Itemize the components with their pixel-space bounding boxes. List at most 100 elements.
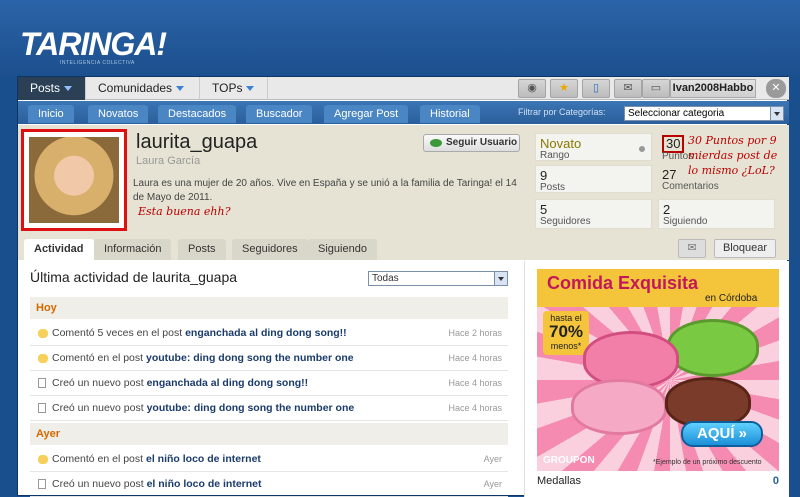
activity-time: Hace 4 horas	[448, 403, 502, 413]
eye-icon[interactable]: ◉	[518, 79, 546, 98]
stat-seguidores-label: Seguidores	[540, 216, 591, 227]
activity-text: Creó un nuevo post	[52, 377, 144, 389]
activity-row: Comentó en el post el niño loco de inter…	[30, 447, 508, 472]
site-header: TARINGA! INTELIGENCIA COLECTIVA	[0, 0, 800, 76]
ad-cta-button[interactable]: AQUÍ »	[681, 421, 763, 447]
stat-rango: Novato Rango	[535, 133, 652, 161]
stat-posts-value: 9	[540, 168, 548, 183]
nav-tops[interactable]: TOPs	[200, 77, 268, 100]
chevron-down-icon	[176, 86, 185, 92]
ad-subtitle: en Córdoba	[705, 293, 758, 304]
mail-icon[interactable]: ✉	[614, 79, 642, 98]
profile-bio: Laura es una mujer de 20 años. Vive en E…	[133, 178, 517, 203]
chevron-down-icon	[770, 107, 783, 120]
document-icon[interactable]: ▯	[582, 79, 610, 98]
document-icon	[38, 403, 46, 413]
chevron-down-icon	[64, 86, 73, 92]
groupon-ad[interactable]: Comida Exquisita en Córdoba hasta el 70%…	[537, 269, 779, 471]
stat-comentarios-label: Comentarios	[662, 181, 719, 192]
activity-time: Hace 4 horas	[448, 378, 502, 388]
block-button[interactable]: Bloquear	[714, 239, 776, 258]
avatar[interactable]	[29, 137, 119, 223]
stat-rango-value: Novato	[540, 136, 582, 151]
activity-text: Comentó en el post	[52, 352, 144, 364]
stat-seguidores[interactable]: 5 Seguidores	[535, 199, 652, 229]
subnav-destacados[interactable]: Destacados	[158, 105, 237, 123]
post-link[interactable]: el niño loco de internet	[146, 453, 261, 465]
activity-row: Creó un nuevo post enganchada al ding do…	[30, 371, 508, 396]
post-link[interactable]: el niño loco de internet	[147, 478, 262, 490]
stat-comentarios-value: 27	[662, 167, 677, 182]
activity-row: Comentó 5 veces en el post enganchada al…	[30, 321, 508, 346]
user-menu[interactable]: Ivan2008Habbo	[670, 79, 756, 98]
ad-discount-value: 70%	[548, 322, 584, 341]
activity-text: Creó un nuevo post	[52, 478, 144, 490]
sidebar: Comida Exquisita en Córdoba hasta el 70%…	[524, 261, 789, 497]
mail-icon[interactable]: ✉	[678, 239, 706, 258]
nav-posts[interactable]: Posts	[18, 77, 86, 100]
medallas-count[interactable]: 0	[773, 475, 779, 487]
medallas-label: Medallas	[537, 475, 582, 487]
activity-row: Creó un nuevo post el niño loco de inter…	[30, 472, 508, 497]
activity-text: Comentó en el post	[52, 453, 144, 465]
ad-footnote: *Ejemplo de un próximo descuento	[653, 459, 762, 466]
ad-discount: hasta el 70% menos*	[543, 311, 589, 355]
nav-comunidades[interactable]: Comunidades	[86, 77, 200, 100]
post-link[interactable]: enganchada al ding dong song!!	[147, 377, 309, 389]
subnav-inicio[interactable]: Inicio	[28, 105, 74, 123]
comment-icon	[38, 329, 48, 338]
stat-comentarios: 27 Comentarios	[658, 165, 775, 193]
tab-posts[interactable]: Posts	[178, 239, 226, 260]
profile-realname: Laura García	[136, 155, 201, 167]
subnav-novatos[interactable]: Novatos	[88, 105, 149, 123]
category-select[interactable]: Seleccionar categoria	[624, 106, 784, 121]
ad-discount-bottom: menos*	[550, 341, 582, 351]
subnav-historial[interactable]: Historial	[420, 105, 480, 123]
chevron-down-icon	[246, 86, 255, 92]
stat-posts-label: Posts	[540, 182, 566, 193]
comment-icon	[38, 455, 48, 464]
post-link[interactable]: enganchada al ding dong song!!	[185, 327, 347, 339]
tab-actividad[interactable]: Actividad	[24, 239, 94, 260]
nav-posts-label: Posts	[30, 81, 61, 95]
macaron-green-image	[667, 319, 759, 377]
tab-seguidores[interactable]: Seguidores	[232, 239, 308, 260]
ad-title: Comida Exquisita	[547, 273, 699, 293]
taringa-logo[interactable]: TARINGA!	[20, 26, 167, 63]
chevron-down-icon	[494, 272, 507, 285]
day-header-hoy: Hoy	[30, 297, 508, 319]
tab-informacion[interactable]: Información	[94, 239, 172, 260]
stat-posts: 9 Posts	[535, 165, 652, 193]
activity-text: Creó un nuevo post	[52, 402, 144, 414]
eye-icon	[430, 139, 442, 147]
profile-username: laurita_guapa	[136, 131, 258, 153]
post-link[interactable]: youtube: ding dong song the number one	[146, 352, 354, 364]
page-container: Posts Comunidades TOPs ◉ ★ ▯ ✉ ▭ Ivan200…	[17, 76, 789, 497]
stat-seguidores-value: 5	[540, 202, 548, 217]
document-icon	[38, 479, 46, 489]
star-icon[interactable]: ★	[550, 79, 578, 98]
document-icon	[38, 378, 46, 388]
post-link[interactable]: youtube: ding dong song the number one	[147, 402, 355, 414]
follow-user-button[interactable]: Seguir Usuario	[423, 134, 520, 152]
activity-title: Última actividad de laurita_guapa	[30, 269, 238, 285]
activity-time: Ayer	[483, 479, 502, 489]
nav-tops-label: TOPs	[212, 81, 243, 95]
annotation-avatar: Esta buena ehh?	[138, 205, 231, 218]
activity-time: Hace 2 horas	[448, 328, 502, 338]
stat-siguiendo-label: Siguiendo	[663, 216, 708, 227]
activity-text: Comentó 5 veces en el post	[52, 327, 183, 339]
logo-tagline: INTELIGENCIA COLECTIVA	[60, 60, 135, 66]
subnav-buscador[interactable]: Buscador	[246, 105, 313, 123]
activity-time: Ayer	[483, 454, 502, 464]
top-nav: Posts Comunidades TOPs ◉ ★ ▯ ✉ ▭ Ivan200…	[18, 77, 789, 100]
monitor-icon[interactable]: ▭	[642, 79, 670, 98]
tab-siguiendo[interactable]: Siguiendo	[308, 239, 377, 260]
close-icon[interactable]: ✕	[766, 79, 786, 98]
subnav-agregar-post[interactable]: Agregar Post	[324, 105, 409, 123]
groupon-logo: GROUPON	[543, 455, 595, 466]
activity-filter-select[interactable]: Todas	[368, 271, 508, 286]
stat-siguiendo[interactable]: 2 Siguiendo	[658, 199, 775, 229]
macaron-light-pink-image	[571, 379, 667, 435]
avatar-frame	[21, 129, 127, 231]
